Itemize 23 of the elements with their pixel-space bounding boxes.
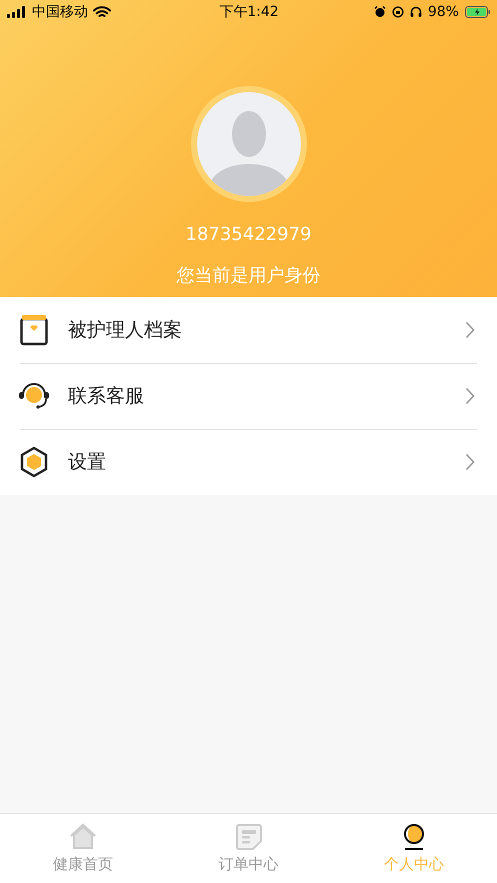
chevron-right-icon (465, 387, 475, 405)
phone-number: 18735422979 (186, 224, 312, 245)
document-icon (234, 823, 262, 851)
wifi-icon (93, 6, 111, 18)
menu-item[interactable]: 设置 (0, 429, 497, 495)
status-time: 下午1:42 (219, 3, 279, 21)
avatar[interactable] (190, 86, 306, 202)
folder-heart-icon (18, 314, 50, 346)
alarm-icon (374, 6, 386, 18)
headphones-icon (410, 6, 422, 18)
home-icon (68, 823, 98, 851)
carrier-text: 中国移动 (32, 3, 88, 21)
headset-icon (18, 382, 50, 410)
user-role-text: 您当前是用户身份 (176, 264, 320, 287)
hexagon-icon (18, 446, 50, 478)
chevron-right-icon (465, 453, 475, 471)
menu-item[interactable]: 联系客服 (0, 363, 497, 429)
battery-icon (464, 6, 491, 18)
lock-rotation-icon (392, 6, 404, 18)
menu-item[interactable]: 被护理人档案 (0, 297, 497, 363)
signal-icon (7, 6, 27, 18)
chevron-right-icon (465, 321, 475, 339)
battery-percent: 98% (428, 4, 459, 20)
